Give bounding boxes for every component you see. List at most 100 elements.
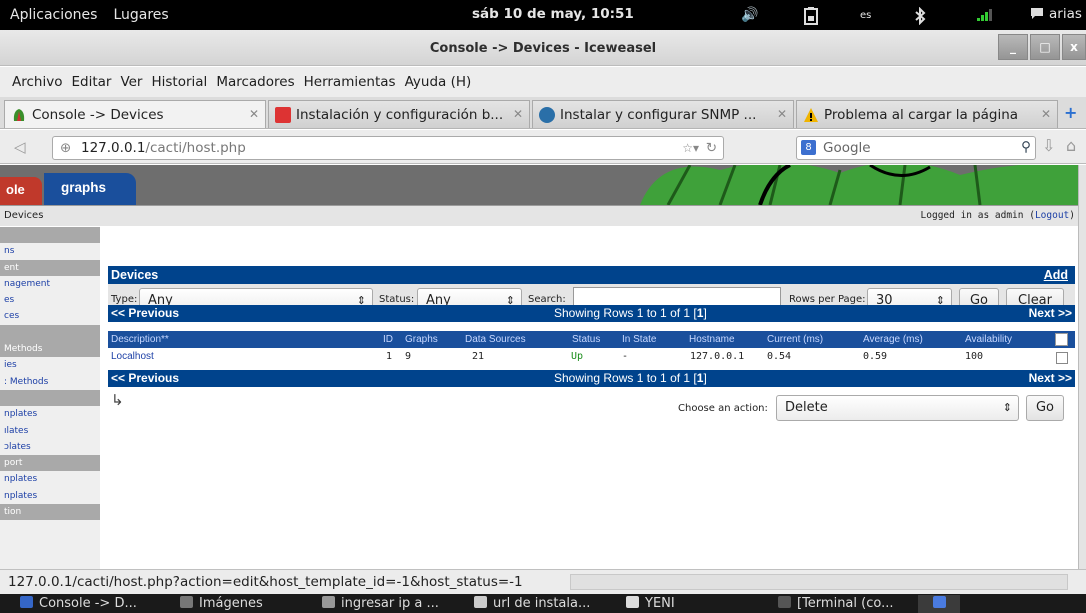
close-tab-icon[interactable]: ✕ xyxy=(1041,107,1051,121)
tab-console-devices[interactable]: Console -> Devices ✕ xyxy=(4,100,266,128)
col-status[interactable]: Status xyxy=(572,331,600,348)
search-engine-icon[interactable]: 8 xyxy=(801,140,816,155)
keyboard-layout[interactable]: es xyxy=(860,10,871,21)
col-availability[interactable]: Availability xyxy=(965,331,1012,348)
row-checkbox[interactable] xyxy=(1056,352,1068,364)
url-path: /cacti/host.php xyxy=(145,140,246,156)
col-hostname[interactable]: Hostname xyxy=(689,331,735,348)
tab-snmp[interactable]: Instalar y configurar SNMP ... ✕ xyxy=(532,100,794,128)
col-data-sources[interactable]: Data Sources xyxy=(465,331,526,348)
col-graphs[interactable]: Graphs xyxy=(405,331,438,348)
menu-editar[interactable]: Editar xyxy=(71,74,111,90)
menu-archivo[interactable]: Archivo xyxy=(12,74,62,90)
pager-summary: Showing Rows 1 to 1 of 1 [1] xyxy=(554,305,707,322)
tab-console[interactable]: ole xyxy=(0,177,42,205)
tab-problema[interactable]: Problema al cargar la página ✕ xyxy=(796,100,1058,128)
url-input[interactable]: ⊕ 127.0.0.1/cacti/host.php ☆▾ ↻ xyxy=(52,136,724,160)
terminal-icon xyxy=(778,596,791,608)
home-icon[interactable]: ⌂ xyxy=(1066,136,1076,155)
reload-icon[interactable]: ↻ xyxy=(706,137,717,159)
bluetooth-icon[interactable] xyxy=(914,6,926,29)
minimize-button[interactable]: _ xyxy=(998,34,1028,60)
task-imagenes[interactable]: Imágenes xyxy=(180,595,263,613)
sidebar-item[interactable]: nplates xyxy=(0,488,100,504)
sidebar-item[interactable]: nagement xyxy=(0,276,100,292)
text-editor-icon xyxy=(474,596,487,608)
select-all-checkbox[interactable] xyxy=(1055,333,1068,346)
maximize-button[interactable]: □ xyxy=(1030,34,1060,60)
sidebar-section-header: Methods xyxy=(0,341,100,358)
task-iceweasel[interactable]: Console -> D... xyxy=(20,595,137,613)
task-url-instala[interactable]: url de instala... xyxy=(474,595,590,613)
col-id[interactable]: ID xyxy=(383,331,393,348)
col-average[interactable]: Average (ms) xyxy=(863,331,923,348)
sidebar-item[interactable]: ces xyxy=(0,308,100,324)
action-go-button[interactable]: Go xyxy=(1026,395,1064,421)
task-yeni[interactable]: YENI xyxy=(626,595,675,613)
vertical-scrollbar[interactable] xyxy=(1078,165,1086,569)
page-content: ole graphs Devices Logged in as admin (L… xyxy=(0,165,1078,569)
close-tab-icon[interactable]: ✕ xyxy=(513,107,523,121)
col-in-state[interactable]: In State xyxy=(622,331,656,348)
search-magnifier-icon[interactable]: ⚲ xyxy=(1021,136,1031,158)
network-signal-icon[interactable] xyxy=(977,9,993,25)
places-menu[interactable]: Lugares xyxy=(113,7,168,23)
menu-herramientas[interactable]: Herramientas xyxy=(304,74,396,90)
devices-title: Devices xyxy=(111,268,159,282)
download-icon[interactable]: ⇩ xyxy=(1042,136,1055,155)
sidebar-section-header xyxy=(0,227,100,244)
menu-ver[interactable]: Ver xyxy=(120,74,142,90)
tab-label: Problema al cargar la página xyxy=(824,106,1019,123)
cell-status: Up xyxy=(571,351,584,362)
tab-graphs[interactable]: graphs xyxy=(44,173,136,205)
sidebar-item[interactable]: nplates xyxy=(0,406,100,422)
search-input[interactable]: 8 Google ⚲ xyxy=(796,136,1036,160)
sidebar-item[interactable]: ns xyxy=(0,243,100,259)
tab-instalacion[interactable]: Instalación y configuración b... ✕ xyxy=(268,100,530,128)
breadcrumb: Devices xyxy=(4,210,44,221)
menu-historial[interactable]: Historial xyxy=(151,74,207,90)
horizontal-scrollbar[interactable] xyxy=(570,574,1068,590)
back-icon[interactable]: ◁ xyxy=(14,138,26,156)
sidebar-item[interactable]: ies xyxy=(0,357,100,373)
chat-icon[interactable] xyxy=(1030,7,1044,25)
volume-icon[interactable]: 🔊 xyxy=(741,7,758,23)
close-window-button[interactable]: x xyxy=(1062,34,1086,60)
device-description-link[interactable]: Localhost xyxy=(111,349,154,365)
page-favicon-icon xyxy=(275,106,291,123)
applications-menu[interactable]: Aplicaciones xyxy=(10,7,97,23)
sidebar-item[interactable]: ılates xyxy=(0,423,100,439)
close-tab-icon[interactable]: ✕ xyxy=(249,107,259,121)
add-device-link[interactable]: Add xyxy=(1044,266,1068,284)
clock[interactable]: sáb 10 de may, 10:51 xyxy=(472,6,634,22)
previous-link[interactable]: << Previous xyxy=(111,370,179,387)
menu-marcadores[interactable]: Marcadores xyxy=(216,74,294,90)
next-link[interactable]: Next >> xyxy=(1029,370,1072,387)
cacti-favicon-icon xyxy=(11,107,27,123)
next-link[interactable]: Next >> xyxy=(1029,305,1072,322)
task-terminal[interactable]: [Terminal (co... xyxy=(778,595,893,613)
col-current[interactable]: Current (ms) xyxy=(767,331,823,348)
cell-graphs: 9 xyxy=(405,351,412,362)
sidebar-item[interactable]: es xyxy=(0,292,100,308)
menu-ayuda[interactable]: Ayuda (H) xyxy=(405,74,472,90)
sidebar-item[interactable]: nplates xyxy=(0,471,100,487)
new-tab-plus-icon[interactable]: + xyxy=(1064,103,1077,122)
col-description[interactable]: Description** xyxy=(111,331,169,348)
previous-link[interactable]: << Previous xyxy=(111,305,179,322)
logout-link[interactable]: Logout xyxy=(1035,210,1069,221)
user-menu[interactable]: arias xyxy=(1049,6,1082,22)
sidebar-item[interactable]: : Methods xyxy=(0,374,100,390)
sidebar-section-header xyxy=(0,389,100,407)
sidebar-item[interactable]: ɔlates xyxy=(0,439,100,455)
task-label: [Terminal (co... xyxy=(797,596,894,611)
workspace-switcher[interactable] xyxy=(918,595,960,613)
bookmark-star-icon[interactable]: ☆▾ xyxy=(682,137,699,159)
action-select[interactable]: Delete ⇕ xyxy=(776,395,1019,421)
close-tab-icon[interactable]: ✕ xyxy=(777,107,787,121)
window-titlebar[interactable]: Console -> Devices - Iceweasel _ □ x xyxy=(0,30,1086,66)
sidebar-section-header xyxy=(0,324,100,342)
battery-icon[interactable] xyxy=(804,7,818,29)
action-select-value: Delete xyxy=(785,400,828,415)
task-ingresar[interactable]: ingresar ip a ... xyxy=(322,595,439,613)
